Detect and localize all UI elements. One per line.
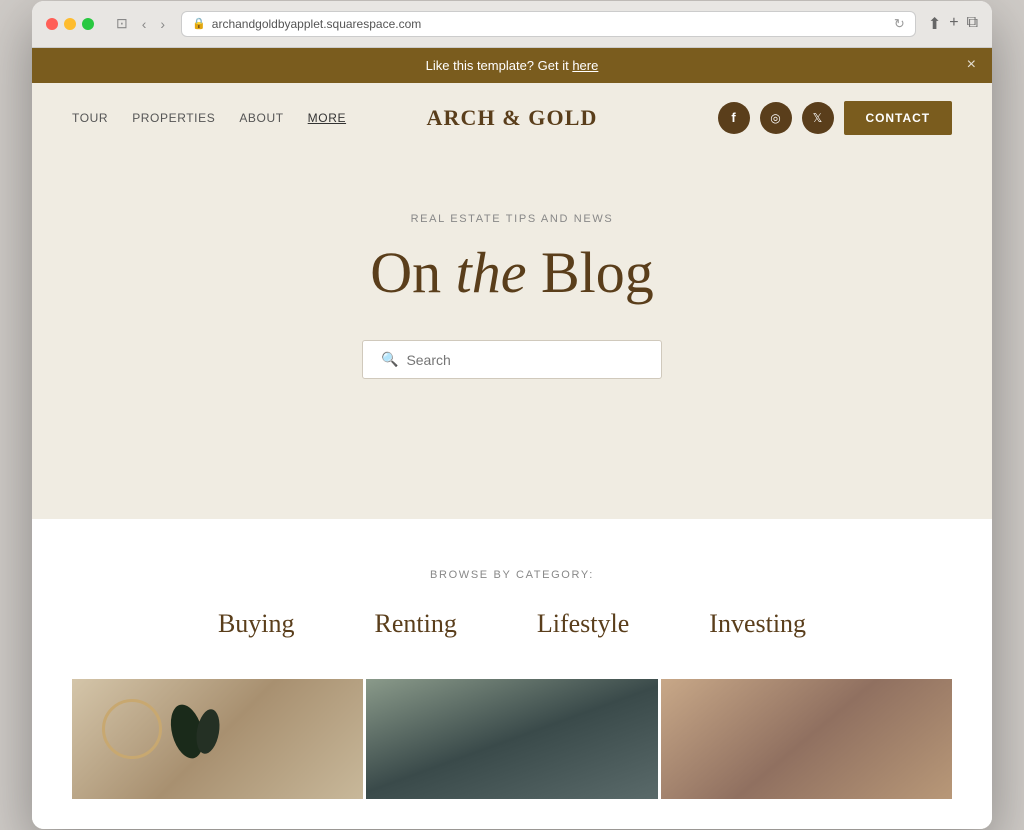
search-icon: 🔍 [381, 351, 398, 368]
category-buying[interactable]: Buying [218, 609, 295, 639]
decorative-circle [102, 699, 162, 759]
navigation: TOUR PROPERTIES ABOUT MORE ARCH & GOLD f… [32, 83, 992, 153]
close-button[interactable] [46, 18, 58, 30]
content-section: BROWSE BY CATEGORY: Buying Renting Lifes… [32, 519, 992, 829]
nav-right: f ◎ 𝕏 CONTACT [718, 101, 953, 135]
sidebar-toggle[interactable]: ⊡ [112, 13, 132, 34]
nav-about[interactable]: ABOUT [239, 111, 283, 125]
category-renting[interactable]: Renting [375, 609, 457, 639]
image-overlay [366, 679, 657, 799]
lock-icon: 🔒 [192, 17, 206, 30]
instagram-button[interactable]: ◎ [760, 102, 792, 134]
banner-text: Like this template? Get it [426, 58, 573, 73]
category-investing[interactable]: Investing [709, 609, 806, 639]
forward-button[interactable]: › [156, 14, 169, 34]
hero-curve [72, 439, 952, 519]
blog-image-1[interactable] [72, 679, 363, 799]
image-overlay-2 [661, 679, 952, 799]
hero-subtitle: REAL ESTATE TIPS AND NEWS [72, 213, 952, 225]
site-logo[interactable]: ARCH & GOLD [427, 105, 598, 131]
blog-image-3[interactable] [661, 679, 952, 799]
hero-title: On the Blog [72, 241, 952, 305]
website: Like this template? Get it here × TOUR P… [32, 48, 992, 830]
facebook-icon: f [731, 110, 735, 125]
hero-title-on: On [370, 240, 455, 305]
browser-chrome: ⊡ ‹ › 🔒 archandgoldbyapplet.squarespace.… [32, 1, 992, 48]
categories: Buying Renting Lifestyle Investing [72, 609, 952, 639]
browser-nav-controls: ⊡ ‹ › [112, 13, 169, 34]
browse-label: BROWSE BY CATEGORY: [72, 569, 952, 581]
browser-actions: ⬆ + ⧉ [928, 14, 978, 34]
share-button[interactable]: ⬆ [928, 14, 941, 34]
back-button[interactable]: ‹ [138, 14, 151, 34]
top-banner: Like this template? Get it here × [32, 48, 992, 83]
url-text: archandgoldbyapplet.squarespace.com [212, 17, 421, 31]
twitter-icon: 𝕏 [813, 111, 823, 125]
search-box[interactable]: 🔍 [362, 340, 662, 379]
banner-close-button[interactable]: × [967, 56, 976, 74]
hero-title-italic: the [456, 240, 527, 305]
banner-link[interactable]: here [572, 58, 598, 73]
hero-section: REAL ESTATE TIPS AND NEWS On the Blog 🔍 [32, 153, 992, 520]
decorative-leaf-2 [193, 708, 222, 756]
address-bar[interactable]: 🔒 archandgoldbyapplet.squarespace.com ↻ [181, 11, 916, 37]
tabs-button[interactable]: ⧉ [967, 14, 978, 34]
minimize-button[interactable] [64, 18, 76, 30]
search-input[interactable] [406, 352, 643, 368]
nav-links: TOUR PROPERTIES ABOUT MORE [72, 111, 346, 125]
instagram-icon: ◎ [770, 111, 780, 125]
browser-window: ⊡ ‹ › 🔒 archandgoldbyapplet.squarespace.… [32, 1, 992, 830]
traffic-lights [46, 18, 94, 30]
blog-image-2[interactable] [366, 679, 657, 799]
nav-more[interactable]: MORE [308, 111, 346, 125]
contact-button[interactable]: CONTACT [844, 101, 953, 135]
nav-properties[interactable]: PROPERTIES [132, 111, 215, 125]
blog-image-strip [72, 679, 952, 799]
nav-tour[interactable]: TOUR [72, 111, 108, 125]
twitter-button[interactable]: 𝕏 [802, 102, 834, 134]
reload-button[interactable]: ↻ [894, 16, 905, 32]
hero-title-blog: Blog [526, 240, 653, 305]
new-tab-button[interactable]: + [949, 14, 958, 34]
category-lifestyle[interactable]: Lifestyle [537, 609, 629, 639]
maximize-button[interactable] [82, 18, 94, 30]
facebook-button[interactable]: f [718, 102, 750, 134]
